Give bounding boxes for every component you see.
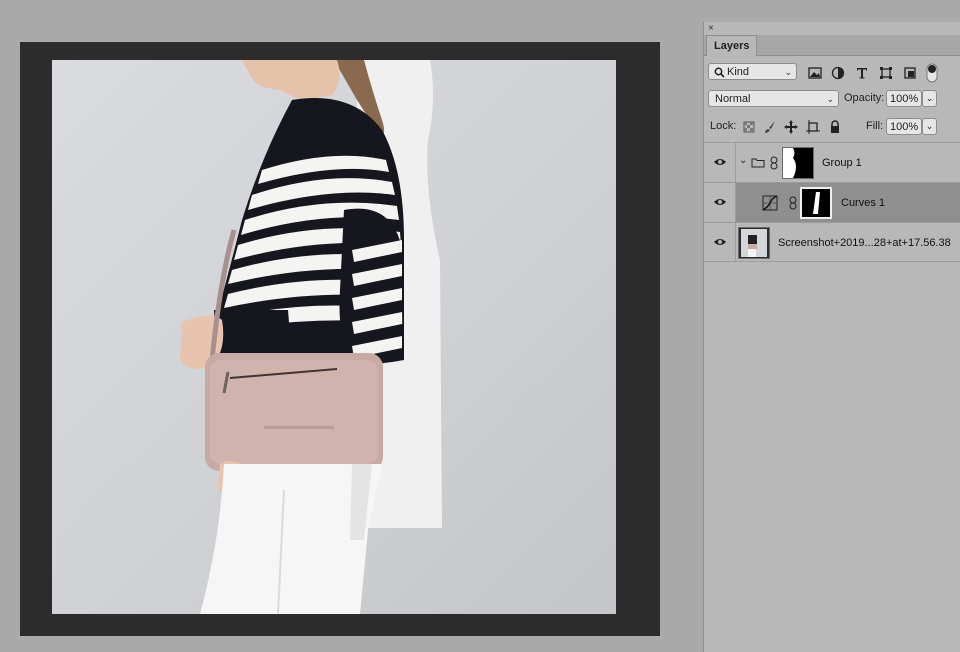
shape-filter-icon[interactable] [878, 65, 894, 81]
panel-close-icon[interactable]: × [708, 23, 714, 35]
layers-panel: × Layers Kind ⌄ Normal ⌄ Opacity: 100% ⌄… [703, 22, 960, 652]
eye-icon[interactable] [713, 236, 727, 248]
eye-icon[interactable] [713, 196, 727, 208]
document-canvas[interactable] [20, 42, 660, 636]
search-icon [714, 67, 725, 78]
filter-row: Kind ⌄ [704, 62, 960, 84]
layer-name[interactable]: Curves 1 [841, 196, 885, 210]
blend-row: Normal ⌄ Opacity: 100% ⌄ [704, 89, 960, 111]
layer-name[interactable]: Screenshot+2019...28+at+17.56.38 [778, 236, 951, 250]
type-filter-icon[interactable] [854, 65, 870, 81]
fill-input[interactable]: 100% [886, 118, 922, 135]
fill-dropdown-icon[interactable]: ⌄ [922, 118, 937, 135]
opacity-input[interactable]: 100% [886, 90, 922, 107]
curves-adjustment-icon[interactable] [762, 195, 778, 211]
screenshot-layer-thumbnail[interactable] [738, 227, 770, 259]
layer-row-screenshot[interactable]: Screenshot+2019...28+at+17.56.38 [704, 222, 960, 262]
layer-name[interactable]: Group 1 [822, 156, 862, 170]
eye-icon[interactable] [713, 156, 727, 168]
image-filter-icon[interactable] [807, 65, 823, 81]
link-icon[interactable] [770, 156, 778, 170]
folder-icon [751, 158, 765, 168]
panel-tab-bar: Layers [704, 35, 960, 56]
filter-kind-select[interactable]: Kind ⌄ [708, 63, 797, 80]
chevron-down-icon: ⌄ [784, 67, 792, 77]
lock-all-icon[interactable] [827, 119, 843, 135]
chevron-down-icon: ⌄ [826, 94, 834, 104]
photo-illustration [180, 60, 442, 614]
group-mask-thumbnail[interactable] [782, 147, 814, 179]
layer-row-group-1[interactable]: ⌄ Group 1 [704, 142, 960, 182]
blend-mode-value: Normal [715, 93, 751, 105]
lock-paint-icon[interactable] [762, 119, 778, 135]
tab-layers[interactable]: Layers [706, 35, 758, 56]
opacity-dropdown-icon[interactable]: ⌄ [922, 90, 937, 107]
adjustment-filter-icon[interactable] [830, 65, 846, 81]
filter-toggle-icon[interactable] [925, 63, 939, 83]
fill-label: Fill: [866, 120, 884, 132]
lock-artboard-icon[interactable] [805, 119, 821, 135]
lock-move-icon[interactable] [783, 119, 799, 135]
curves-mask-thumbnail[interactable] [800, 187, 832, 219]
layer-list: ⌄ Group 1 Curves 1 Screenshot+2019...28+… [704, 142, 960, 652]
lock-row: Lock: Fill: 100% ⌄ [704, 117, 960, 139]
lock-label: Lock: [710, 120, 737, 132]
smart-object-filter-icon[interactable] [902, 65, 918, 81]
blend-mode-select[interactable]: Normal ⌄ [708, 90, 839, 107]
opacity-label: Opacity: [844, 92, 885, 104]
photo-image[interactable] [52, 60, 616, 614]
expand-chevron-icon[interactable]: ⌄ [739, 155, 747, 166]
lock-transparent-icon[interactable] [741, 119, 757, 135]
link-icon[interactable] [789, 196, 797, 210]
filter-kind-value: Kind [727, 66, 750, 78]
layer-row-curves-1[interactable]: Curves 1 [704, 182, 960, 222]
